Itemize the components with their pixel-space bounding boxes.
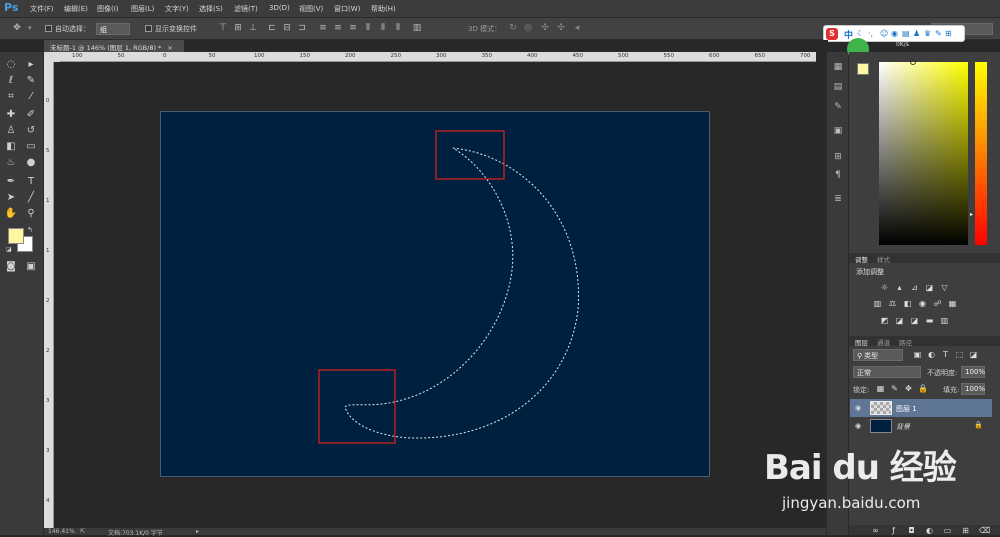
threshold-icon[interactable]: ◪ bbox=[910, 316, 919, 325]
layer-thumbnail bbox=[870, 419, 892, 433]
tab-paths[interactable]: 路径 bbox=[899, 337, 912, 347]
status-bar: 146.41% ⇱ 文档:703.1K/0 字节 ▸ bbox=[44, 528, 828, 537]
tab-channels[interactable]: 通道 bbox=[877, 337, 890, 347]
channel-mixer-icon[interactable]: ☍ bbox=[933, 299, 942, 308]
lock-pixels-icon[interactable]: ✎ bbox=[890, 384, 899, 393]
layer-filter-dropdown[interactable]: ⚲ 类型 bbox=[853, 349, 903, 361]
filter-type-icon[interactable]: T bbox=[941, 350, 950, 359]
adjustment-layer-icon[interactable]: ◐ bbox=[925, 526, 934, 535]
doc-info: 文档:703.1K/0 字节 bbox=[108, 530, 163, 537]
hue-slider-handle-icon[interactable]: ▸ bbox=[970, 211, 973, 218]
link-layers-icon[interactable]: ∞ bbox=[871, 526, 880, 535]
color-fg-swatch[interactable] bbox=[857, 63, 869, 75]
posterize-icon[interactable]: ◪ bbox=[895, 316, 904, 325]
moon-selection-outline bbox=[344, 147, 579, 439]
status-menu-icon[interactable]: ▸ bbox=[196, 528, 199, 535]
styles-panel-icon[interactable]: ⊞ bbox=[833, 152, 843, 162]
highlight-box-top bbox=[435, 130, 505, 180]
color-lookup-icon[interactable]: ▦ bbox=[948, 299, 957, 308]
eye-icon[interactable]: ◉ bbox=[855, 422, 861, 430]
layers-panel-footer: ∞ ƒ ◘ ◐ ▭ ⊞ ⌫ bbox=[849, 525, 1000, 535]
photo-filter-icon[interactable]: ◉ bbox=[918, 299, 927, 308]
new-layer-icon[interactable]: ⊞ bbox=[961, 526, 970, 535]
tab-layers[interactable]: 图层 bbox=[855, 337, 868, 347]
group-icon[interactable]: ▭ bbox=[943, 526, 952, 535]
black-white-icon[interactable]: ◧ bbox=[903, 299, 912, 308]
paragraph-panel-icon[interactable]: ¶ bbox=[833, 170, 843, 180]
filter-pixel-icon[interactable]: ▣ bbox=[913, 350, 922, 359]
vibrance-icon[interactable]: ▽ bbox=[940, 283, 949, 292]
hue-saturation-icon[interactable]: ▥ bbox=[873, 299, 882, 308]
filter-adjust-icon[interactable]: ◐ bbox=[927, 350, 936, 359]
delete-layer-icon[interactable]: ⌫ bbox=[979, 526, 990, 535]
add-mask-icon[interactable]: ◘ bbox=[907, 526, 916, 535]
levels-icon[interactable]: ▴ bbox=[895, 283, 904, 292]
clone-source-panel-icon[interactable]: ▣ bbox=[833, 126, 843, 136]
filter-shape-icon[interactable]: ⬚ bbox=[955, 350, 964, 359]
lock-all-icon[interactable]: 🔒 bbox=[918, 384, 928, 393]
gradient-map-icon[interactable]: ▬ bbox=[925, 316, 934, 325]
exposure-icon[interactable]: ◪ bbox=[925, 283, 934, 292]
highlight-box-bottom bbox=[318, 369, 396, 444]
blend-mode-dropdown[interactable]: 正常 bbox=[853, 366, 921, 378]
history-panel-icon[interactable]: ▦ bbox=[833, 62, 843, 72]
adjust-panel-tabs: 调整 样式 bbox=[849, 253, 1000, 264]
lock-position-icon[interactable]: ✥ bbox=[904, 384, 913, 393]
color-balance-icon[interactable]: ⚖ bbox=[888, 299, 897, 308]
layer-row[interactable]: ◉ 图层 1 bbox=[850, 399, 992, 417]
baidu-jingyan-logo: Bai du 经验 bbox=[764, 448, 957, 488]
tab-styles[interactable]: 样式 bbox=[877, 254, 890, 264]
lock-icon: 🔒 bbox=[974, 421, 983, 429]
opacity-input[interactable]: 100% bbox=[961, 366, 985, 378]
layer-row[interactable]: ◉ 背景 🔒 bbox=[850, 417, 992, 435]
selective-color-icon[interactable]: ▥ bbox=[940, 316, 949, 325]
lock-label: 锁定: bbox=[853, 386, 870, 394]
curves-icon[interactable]: ⊿ bbox=[910, 283, 919, 292]
adjust-panel-title: 添加调整 bbox=[856, 268, 884, 276]
lock-transparent-icon[interactable]: ▦ bbox=[876, 384, 885, 393]
layer-name[interactable]: 背景 bbox=[896, 422, 910, 432]
opacity-label: 不透明度: bbox=[927, 369, 958, 377]
fill-input[interactable]: 100% bbox=[961, 383, 985, 395]
layer-style-icon[interactable]: ƒ bbox=[889, 526, 898, 535]
layer-name[interactable]: 图层 1 bbox=[896, 404, 917, 414]
zoom-level[interactable]: 146.41% bbox=[48, 528, 75, 535]
brightness-icon[interactable]: ☼ bbox=[880, 283, 889, 292]
filter-smart-icon[interactable]: ◪ bbox=[969, 350, 978, 359]
properties-panel-icon[interactable]: ▤ bbox=[833, 82, 843, 92]
eye-icon[interactable]: ◉ bbox=[855, 404, 861, 412]
color-picker-cursor[interactable] bbox=[910, 59, 916, 65]
layer-thumbnail bbox=[870, 401, 892, 415]
tab-adjustments[interactable]: 调整 bbox=[855, 254, 868, 264]
hue-slider[interactable] bbox=[975, 62, 987, 245]
layers-panel-tabs: 图层 通道 路径 bbox=[849, 336, 1000, 347]
baidu-jingyan-url: jingyan.baidu.com bbox=[782, 494, 921, 512]
layer-comps-icon[interactable]: ≣ bbox=[833, 194, 843, 204]
brush-panel-icon[interactable]: ✎ bbox=[833, 102, 843, 112]
fill-label: 填充: bbox=[943, 386, 960, 394]
color-spectrum[interactable] bbox=[879, 62, 968, 245]
export-icon[interactable]: ⇱ bbox=[80, 528, 85, 535]
invert-icon[interactable]: ◩ bbox=[880, 316, 889, 325]
